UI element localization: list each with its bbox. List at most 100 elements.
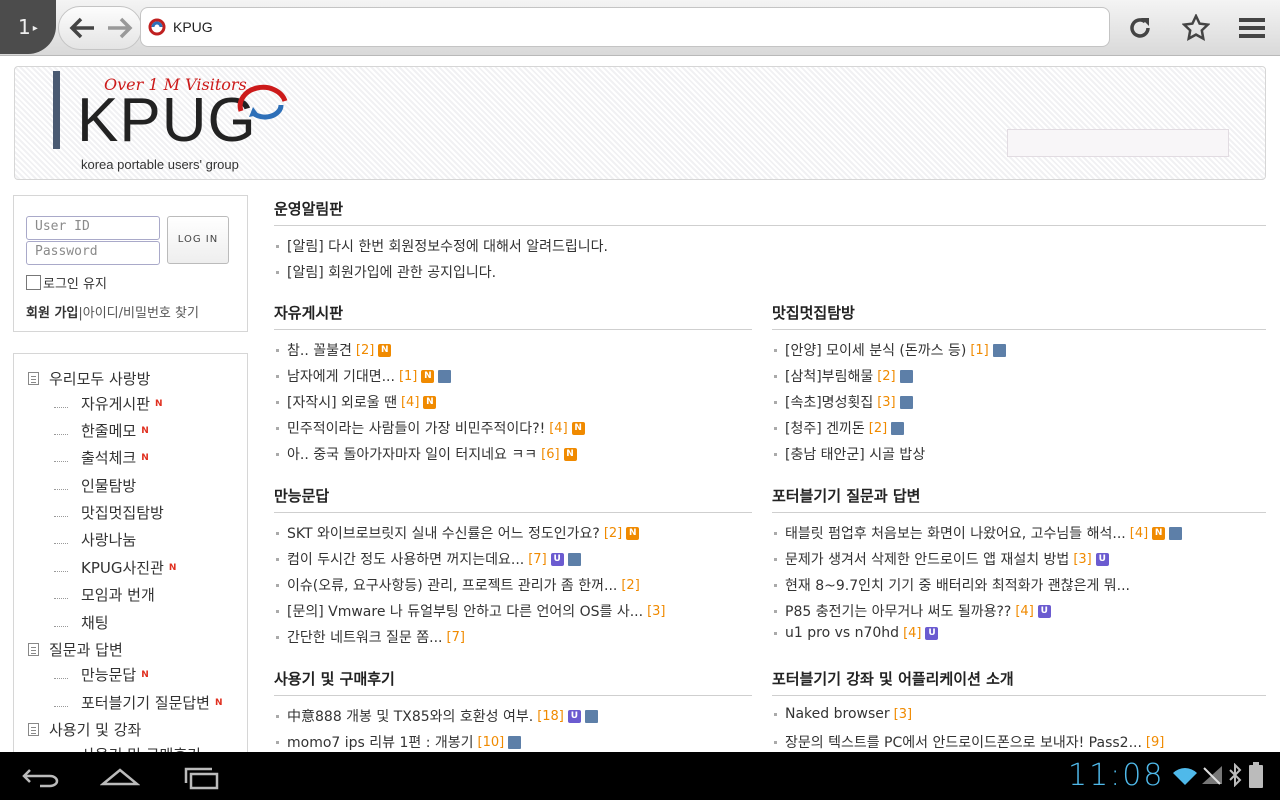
post-item[interactable]: 아.. 중국 돌아가자마자 일이 터지네요 ㅋㅋ [6] N (274, 444, 577, 464)
menu-item-photo[interactable]: KPUG사진관 N (54, 557, 176, 578)
post-item[interactable]: 참.. 꼴불견 [2] N (274, 340, 392, 360)
reload-button[interactable] (1122, 10, 1158, 46)
post-title: [청주] 겐끼돈 (785, 421, 865, 437)
new-mark: N (141, 669, 149, 680)
site-logo[interactable]: Over 1 M Visitors KPUG korea portable us… (53, 69, 313, 177)
section-general-qa: 만능문답 SKT 와이브로브릿지 실내 수신률은 어느 정도인가요? [2] N 컴… (274, 485, 752, 646)
menu-item-people[interactable]: 인물탐방 (54, 475, 136, 496)
bookmark-button[interactable] (1178, 10, 1214, 46)
post-item[interactable]: 컴이 두시간 정도 사용하면 꺼지는데요... [7] U (274, 549, 581, 569)
section-title[interactable]: 포터블기기 강좌 및 어플리케이션 소개 (772, 668, 1266, 696)
post-item[interactable]: [안양] 모이세 분식 (돈까스 등) [1] (772, 340, 1006, 360)
menu-item-food[interactable]: 맛집멋집탐방 (54, 502, 164, 523)
section-title[interactable]: 사용기 및 구매후기 (274, 668, 752, 696)
menu-item-purchase-reviews[interactable]: 사용기 및 구매후기 (54, 744, 201, 752)
updated-icon: U (550, 552, 564, 566)
new-mark: N (155, 398, 163, 409)
keep-login-checkbox[interactable] (26, 275, 41, 290)
post-item[interactable]: 문제가 생겨서 삭제한 안드로이드 앱 재설치 방법 [3] U (772, 549, 1109, 569)
post-item[interactable]: 장문의 텍스트를 PC에서 안드로이드폰으로 보내자! Pass2... [9] (772, 732, 1164, 752)
post-item[interactable]: [자작시] 외로울 땐 [4] N (274, 392, 437, 412)
menu-item-free-board[interactable]: 자유게시판 N (54, 393, 163, 414)
comment-count: [1] (970, 342, 989, 358)
browser-toolbar: 1 ▸ KPUG (0, 0, 1280, 56)
post-title: 현재 8~9.7인치 기기 중 배터리와 최적화가 괜찮은게 뭐... (785, 578, 1131, 594)
comment-count: [3] (893, 706, 913, 722)
disk-icon (438, 369, 452, 383)
section-title[interactable]: 운영알림판 (274, 198, 1266, 226)
menu-item-label: 맛집멋집탐방 (81, 504, 164, 522)
post-title: Naked browser (785, 706, 890, 722)
section-free-board: 자유게시판 참.. 꼴불견 [2] N 남자에게 기대면... [1] N [자작시] … (274, 302, 752, 463)
post-item[interactable]: 이슈(오류, 요구사항등) 관리, 프로젝트 관리가 좀 한꺼... [2] (274, 575, 640, 595)
section-reviews: 사용기 및 구매후기 中意888 개봉 및 TX85와의 호환성 여부. [18]… (274, 668, 752, 751)
no-signal-icon (1202, 766, 1222, 785)
post-title: u1 pro vs n70hd (785, 625, 900, 641)
post-item[interactable]: 남자에게 기대면... [1] N (274, 366, 452, 386)
menu-item-attendance[interactable]: 출석체크 N (54, 447, 149, 468)
post-item[interactable]: 현재 8~9.7인치 기기 중 배터리와 최적화가 괜찮은게 뭐... (772, 575, 1130, 595)
comment-count: [6] (541, 446, 560, 462)
menu-item-label: 출석체크 (81, 449, 137, 467)
post-item[interactable]: 태블릿 펌업후 처음보는 화면이 나왔어요, 고수님들 해석... [4] N (772, 523, 1183, 543)
menu-item-memo[interactable]: 한줄메모 N (54, 420, 149, 441)
comment-count: [7] (446, 629, 465, 645)
new-icon: N (626, 526, 640, 540)
post-item[interactable]: [삼척]부림해물 [2] (772, 366, 913, 386)
home-nav-icon[interactable] (100, 766, 140, 788)
post-item[interactable]: 中意888 개봉 및 TX85와의 호환성 여부. [18] U (274, 706, 598, 726)
recent-apps-icon[interactable] (182, 766, 220, 790)
menu-item-general-qa[interactable]: 만능문답 N (54, 664, 149, 685)
post-item[interactable]: [알림] 회원가입에 관한 공지입니다. (274, 262, 496, 282)
section-title[interactable]: 자유게시판 (274, 302, 752, 330)
section-title[interactable]: 만능문답 (274, 485, 752, 513)
post-item[interactable]: 간단한 네트워크 질문 쫌... [7] (274, 627, 465, 647)
battery-icon (1249, 762, 1263, 788)
tree-line (54, 618, 68, 627)
post-item[interactable]: Naked browser [3] (772, 706, 912, 722)
post-item[interactable]: [충남 태안군] 시골 밥상 (772, 444, 925, 464)
section-title[interactable]: 포터블기기 질문과 답변 (772, 485, 1266, 513)
comment-count: [3] (1073, 551, 1092, 567)
disk-icon (899, 395, 913, 409)
menu-item-portable-qa[interactable]: 포터블기기 질문답변 N (54, 692, 223, 713)
join-link[interactable]: 회원 가입 (26, 306, 78, 321)
post-item[interactable]: SKT 와이브로브릿지 실내 수신률은 어느 정도인가요? [2] N (274, 523, 640, 543)
url-bar[interactable]: KPUG (140, 7, 1110, 47)
menu-item-meetup[interactable]: 모임과 번개 (54, 584, 155, 605)
comment-count: [4] (549, 420, 568, 436)
post-item[interactable]: [알림] 다시 한번 회원정보수정에 대해서 알려드립니다. (274, 236, 608, 256)
post-item[interactable]: [속초]명성횟집 [3] (772, 392, 913, 412)
menu-item-chat[interactable]: 채팅 (54, 612, 109, 633)
password-input[interactable]: Password (26, 241, 160, 265)
menu-button[interactable] (1234, 10, 1270, 46)
post-item[interactable]: momo7 ips 리뷰 1편 : 개봉기 [10] (274, 732, 522, 752)
search-input[interactable] (1007, 129, 1229, 157)
menu-item-qa[interactable]: 질문과 답변 (28, 639, 123, 660)
post-item[interactable]: P85 충전기는 아무거나 써도 될까용?? [4] U (772, 601, 1051, 621)
comment-count: [9] (1145, 734, 1165, 750)
back-nav-icon[interactable] (22, 766, 60, 788)
menu-item-lounge[interactable]: 우리모두 사랑방 (28, 368, 150, 389)
section-title[interactable]: 맛집멋집탐방 (772, 302, 1266, 330)
keep-login-option[interactable]: 로그인 유지 (26, 273, 107, 292)
forward-button[interactable] (98, 8, 142, 48)
tab-switcher-button[interactable]: 1 ▸ (0, 0, 56, 54)
menu-item-reviews[interactable]: 사용기 및 강좌 (28, 719, 141, 740)
section-notice: 운영알림판 [알림] 다시 한번 회원정보수정에 대해서 알려드립니다. [알림… (274, 198, 1266, 281)
section-food: 맛집멋집탐방 [안양] 모이세 분식 (돈까스 등) [1] [삼척]부림해물 [2… (772, 302, 1266, 463)
menu-item-sharing[interactable]: 사랑나눔 (54, 529, 136, 550)
find-account-link[interactable]: 아이디/비밀번호 찾기 (83, 306, 199, 321)
tree-line (54, 453, 68, 462)
userid-input[interactable]: User ID (26, 216, 160, 240)
post-item[interactable]: 민주적이라는 사람들이 가장 비민주적이다?! [4] N (274, 418, 585, 438)
new-mark: N (168, 562, 177, 573)
comment-count: [3] (877, 394, 896, 410)
comment-count: [2] (621, 577, 640, 593)
login-button[interactable]: LOG IN (167, 216, 229, 264)
post-item[interactable]: [문의] Vmware 나 듀얼부팅 안하고 다른 언어의 OS를 사... [3… (274, 601, 665, 621)
userid-placeholder: User ID (35, 219, 90, 234)
post-item[interactable]: u1 pro vs n70hd [4] U (772, 625, 939, 641)
post-item[interactable]: [청주] 겐끼돈 [2] (772, 418, 905, 438)
disk-icon (891, 421, 905, 435)
